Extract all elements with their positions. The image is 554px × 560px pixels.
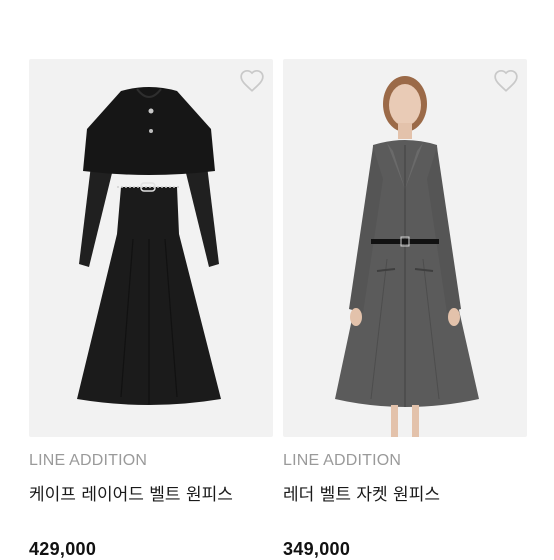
product-image[interactable] [29,59,273,437]
product-brand: LINE ADDITION [29,452,148,469]
grey-jacket-dress-image [335,76,479,437]
product-name[interactable]: 케이프 레이어드 벨트 원피스 [29,480,273,505]
product-price: 349,000 [283,539,351,559]
product-card[interactable]: LINE ADDITION 레더 벨트 자켓 원피스 349,000 [283,59,527,560]
heart-outline-icon[interactable] [493,68,519,94]
black-cape-dress-image [77,87,221,405]
product-card[interactable]: LINE ADDITION 케이프 레이어드 벨트 원피스 429,000 [29,59,273,560]
product-price: 429,000 [29,539,97,559]
product-image[interactable] [283,59,527,437]
product-name[interactable]: 레더 벨트 자켓 원피스 [283,480,527,505]
product-brand: LINE ADDITION [283,452,402,469]
heart-outline-icon[interactable] [239,68,265,94]
